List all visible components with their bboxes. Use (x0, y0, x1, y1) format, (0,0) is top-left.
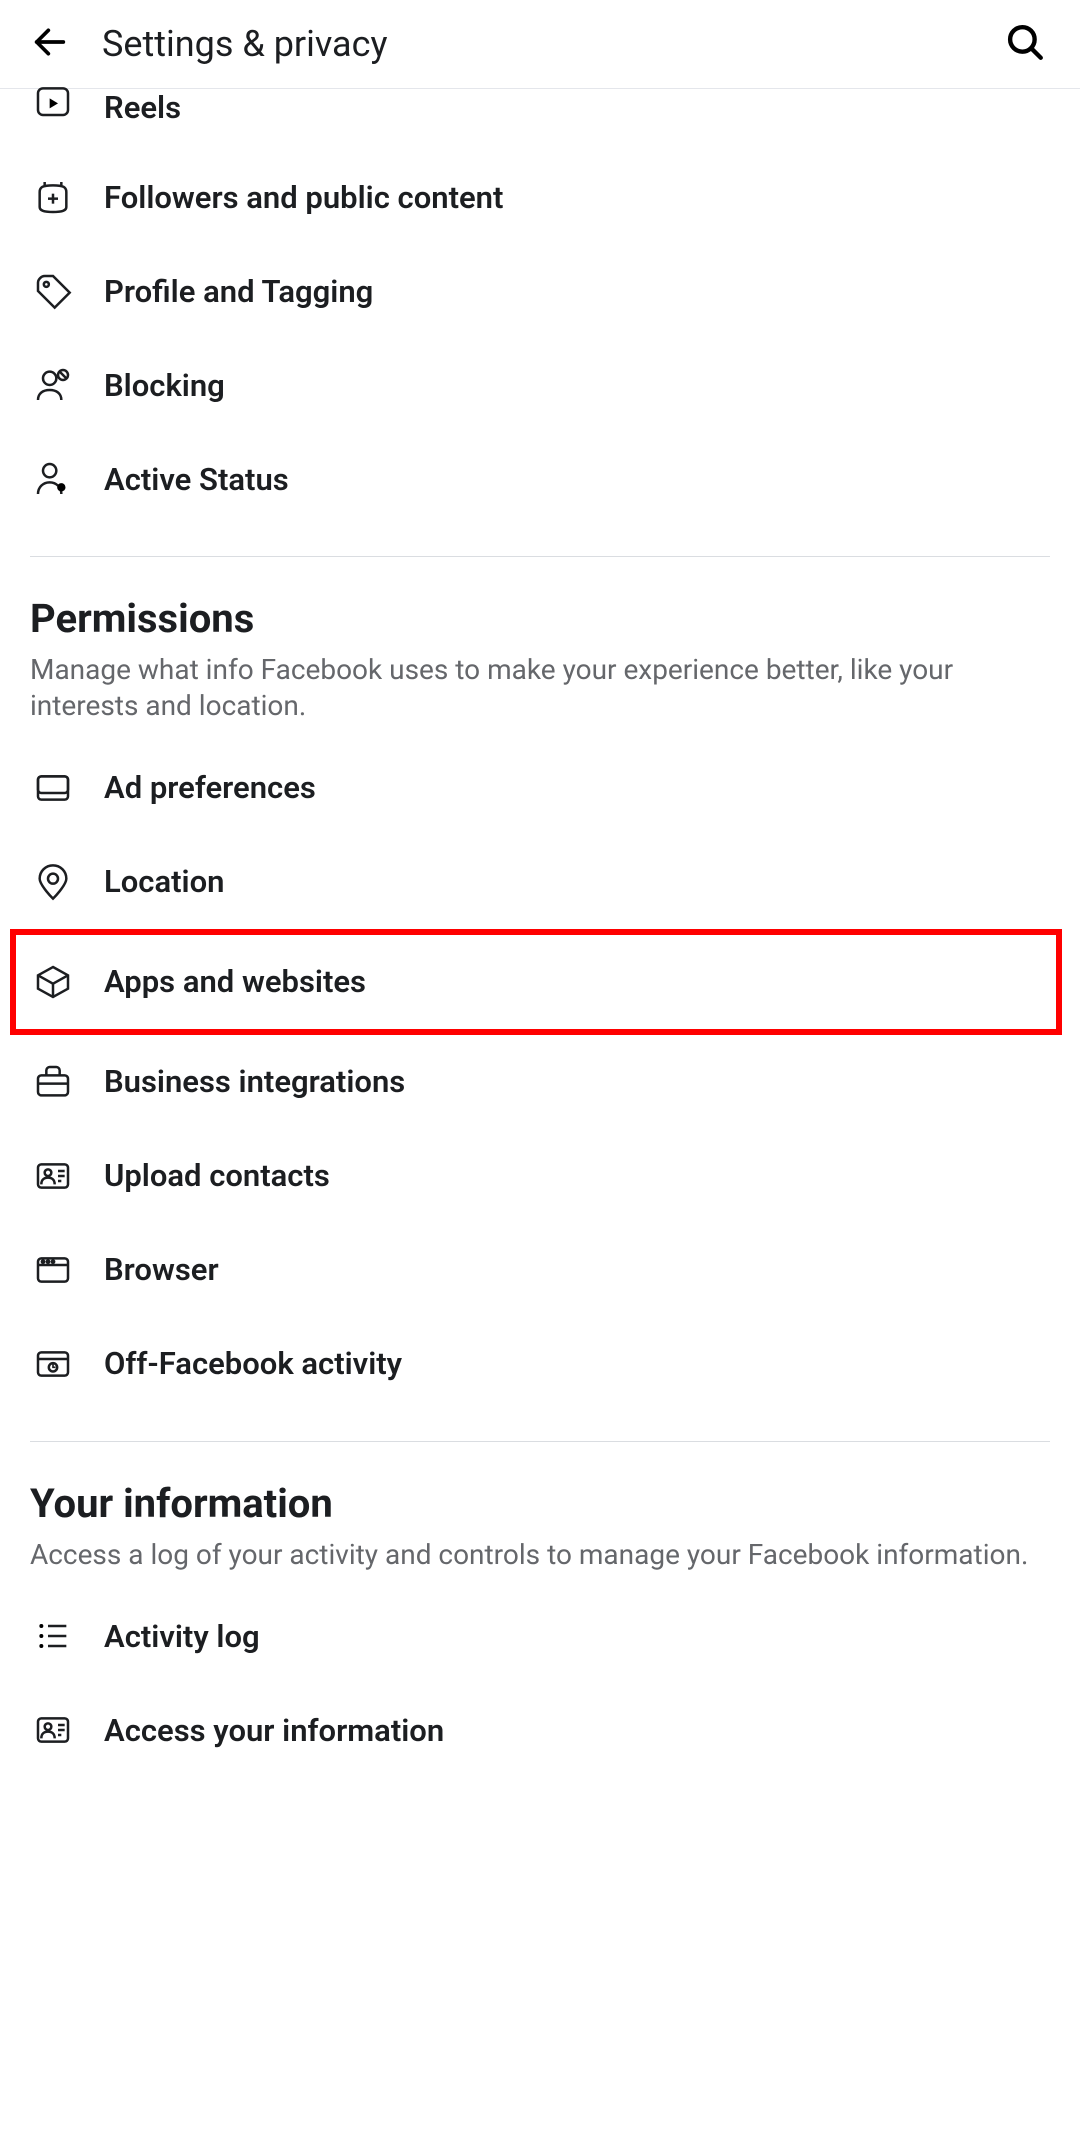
settings-item-reels[interactable]: Reels (30, 89, 1050, 150)
settings-item-ad-preferences[interactable]: Ad preferences (30, 741, 1050, 835)
settings-item-label: Business integrations (104, 1063, 405, 1100)
settings-item-business-integrations[interactable]: Business integrations (30, 1035, 1050, 1129)
settings-item-label: Followers and public content (104, 179, 503, 216)
location-icon (30, 859, 76, 905)
settings-item-activity-log[interactable]: Activity log (30, 1589, 1050, 1683)
section-description: Manage what info Facebook uses to make y… (30, 652, 1050, 725)
reels-icon (30, 77, 76, 123)
section-title: Your information (30, 1480, 1050, 1527)
settings-item-location[interactable]: Location (30, 835, 1050, 929)
settings-item-label: Off-Facebook activity (104, 1345, 402, 1382)
back-arrow-icon[interactable] (30, 22, 70, 66)
settings-item-label: Ad preferences (104, 769, 316, 806)
settings-item-followers[interactable]: Followers and public content (30, 150, 1050, 244)
settings-item-apps-websites[interactable]: Apps and websites (30, 935, 1050, 1029)
list-icon (30, 1613, 76, 1659)
briefcase-icon (30, 1059, 76, 1105)
browser-icon (30, 1247, 76, 1293)
section-divider (30, 556, 1050, 557)
section-header-your-information: Your information Access a log of your ac… (30, 1480, 1050, 1573)
settings-item-label: Reels (104, 89, 181, 126)
search-icon[interactable] (1004, 21, 1046, 67)
followers-icon (30, 174, 76, 220)
ad-icon (30, 765, 76, 811)
settings-item-blocking[interactable]: Blocking (30, 338, 1050, 432)
settings-item-off-facebook-activity[interactable]: Off-Facebook activity (30, 1317, 1050, 1411)
settings-item-active-status[interactable]: Active Status (30, 432, 1050, 526)
settings-item-profile-tagging[interactable]: Profile and Tagging (30, 244, 1050, 338)
settings-item-access-information[interactable]: Access your information (30, 1683, 1050, 1777)
section-description: Access a log of your activity and contro… (30, 1537, 1050, 1573)
settings-item-label: Active Status (104, 461, 289, 498)
blocking-icon (30, 362, 76, 408)
cube-icon (30, 959, 76, 1005)
section-title: Permissions (30, 595, 1050, 642)
settings-item-label: Profile and Tagging (104, 273, 373, 310)
settings-item-browser[interactable]: Browser (30, 1223, 1050, 1317)
header-title: Settings & privacy (102, 23, 388, 65)
section-header-permissions: Permissions Manage what info Facebook us… (30, 595, 1050, 725)
active-status-icon (30, 456, 76, 502)
header-bar: Settings & privacy (0, 0, 1080, 89)
settings-item-label: Activity log (104, 1618, 260, 1655)
settings-item-label: Browser (104, 1251, 219, 1288)
settings-item-label: Location (104, 863, 224, 900)
section-divider (30, 1441, 1050, 1442)
settings-item-label: Access your information (104, 1712, 444, 1749)
highlight-annotation: Apps and websites (10, 929, 1062, 1035)
id-card-icon (30, 1707, 76, 1753)
settings-item-label: Upload contacts (104, 1157, 330, 1194)
tag-icon (30, 268, 76, 314)
contacts-icon (30, 1153, 76, 1199)
activity-icon (30, 1341, 76, 1387)
settings-item-label: Blocking (104, 367, 225, 404)
settings-item-label: Apps and websites (104, 963, 366, 1000)
settings-item-upload-contacts[interactable]: Upload contacts (30, 1129, 1050, 1223)
